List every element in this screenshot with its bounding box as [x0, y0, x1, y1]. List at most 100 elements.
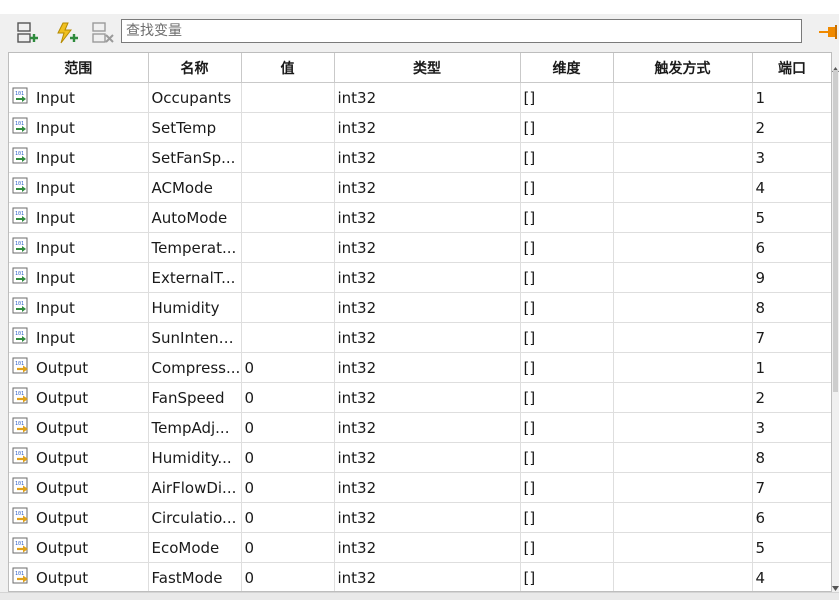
name-cell[interactable]: SetFanSp...: [148, 142, 242, 173]
table-row[interactable]: 101 Output Humidity... 0 int32[] 8: [9, 442, 831, 473]
port-cell[interactable]: 6: [752, 232, 831, 263]
table-row[interactable]: 101 Input SunIntens... int32[] 7: [9, 322, 831, 353]
scope-cell[interactable]: 101 Input: [9, 322, 149, 353]
dimension-cell[interactable]: []: [520, 262, 614, 293]
name-cell[interactable]: SunIntens...: [148, 322, 242, 353]
type-cell[interactable]: int32: [334, 562, 521, 591]
dimension-cell[interactable]: []: [520, 352, 614, 383]
name-cell[interactable]: ExternalT...: [148, 262, 242, 293]
name-cell[interactable]: SetTemp: [148, 112, 242, 143]
search-input[interactable]: [121, 19, 802, 43]
dimension-cell[interactable]: []: [520, 502, 614, 533]
scope-cell[interactable]: 101 Output: [9, 562, 149, 591]
value-cell[interactable]: [241, 202, 335, 233]
vertical-scrollbar[interactable]: [832, 52, 839, 592]
value-cell[interactable]: 0: [241, 412, 335, 443]
type-cell[interactable]: int32: [334, 322, 521, 353]
name-cell[interactable]: Occupants: [148, 82, 242, 113]
type-cell[interactable]: int32: [334, 382, 521, 413]
port-cell[interactable]: 2: [752, 112, 831, 143]
name-cell[interactable]: AirFlowDi...: [148, 472, 242, 503]
scope-cell[interactable]: 101 Input: [9, 82, 149, 113]
scope-cell[interactable]: 101 Input: [9, 112, 149, 143]
trigger-cell[interactable]: [613, 262, 753, 293]
trigger-cell[interactable]: [613, 322, 753, 353]
scope-cell[interactable]: 101 Output: [9, 382, 149, 413]
value-cell[interactable]: 0: [241, 382, 335, 413]
port-cell[interactable]: 4: [752, 172, 831, 203]
scope-cell[interactable]: 101 Input: [9, 172, 149, 203]
type-cell[interactable]: int32: [334, 232, 521, 263]
name-cell[interactable]: Humidity: [148, 292, 242, 323]
type-cell[interactable]: int32: [334, 202, 521, 233]
port-cell[interactable]: 8: [752, 442, 831, 473]
scope-cell[interactable]: 101 Output: [9, 352, 149, 383]
table-row[interactable]: 101 Input SetFanSp... int32[] 3: [9, 142, 831, 173]
trigger-cell[interactable]: [613, 352, 753, 383]
trigger-cell[interactable]: [613, 82, 753, 113]
value-cell[interactable]: [241, 82, 335, 113]
value-cell[interactable]: [241, 112, 335, 143]
port-cell[interactable]: 9: [752, 262, 831, 293]
type-cell[interactable]: int32: [334, 442, 521, 473]
table-row[interactable]: 101 Output Compress... 0 int32[] 1: [9, 352, 831, 383]
value-cell[interactable]: 0: [241, 352, 335, 383]
name-cell[interactable]: TempAdj...: [148, 412, 242, 443]
type-cell[interactable]: int32: [334, 502, 521, 533]
value-cell[interactable]: [241, 322, 335, 353]
name-cell[interactable]: AutoMode: [148, 202, 242, 233]
value-cell[interactable]: 0: [241, 502, 335, 533]
trigger-cell[interactable]: [613, 202, 753, 233]
port-cell[interactable]: 8: [752, 292, 831, 323]
column-header-name[interactable]: 名称: [148, 53, 242, 83]
dimension-cell[interactable]: []: [520, 562, 614, 591]
trigger-cell[interactable]: [613, 502, 753, 533]
dimension-cell[interactable]: []: [520, 412, 614, 443]
type-cell[interactable]: int32: [334, 82, 521, 113]
name-cell[interactable]: Humidity...: [148, 442, 242, 473]
scope-cell[interactable]: 101 Output: [9, 472, 149, 503]
value-cell[interactable]: [241, 262, 335, 293]
type-cell[interactable]: int32: [334, 112, 521, 143]
value-cell[interactable]: 0: [241, 562, 335, 591]
scope-cell[interactable]: 101 Input: [9, 292, 149, 323]
port-cell[interactable]: 5: [752, 202, 831, 233]
dimension-cell[interactable]: []: [520, 202, 614, 233]
delete-variable-icon[interactable]: [90, 20, 116, 46]
type-cell[interactable]: int32: [334, 172, 521, 203]
port-cell[interactable]: 7: [752, 472, 831, 503]
type-cell[interactable]: int32: [334, 412, 521, 443]
table-row[interactable]: 101 Input ExternalT... int32[] 9: [9, 262, 831, 293]
value-cell[interactable]: [241, 142, 335, 173]
value-cell[interactable]: [241, 292, 335, 323]
value-cell[interactable]: [241, 232, 335, 263]
trigger-cell[interactable]: [613, 382, 753, 413]
table-row[interactable]: 101 Input SetTemp int32[] 2: [9, 112, 831, 143]
port-cell[interactable]: 1: [752, 352, 831, 383]
name-cell[interactable]: FanSpeed: [148, 382, 242, 413]
scope-cell[interactable]: 101 Output: [9, 502, 149, 533]
scope-cell[interactable]: 101 Output: [9, 412, 149, 443]
trigger-cell[interactable]: [613, 562, 753, 591]
table-row[interactable]: 101 Output Circulatio... 0 int32[] 6: [9, 502, 831, 533]
dimension-cell[interactable]: []: [520, 322, 614, 353]
dimension-cell[interactable]: []: [520, 472, 614, 503]
table-row[interactable]: 101 Output AirFlowDi... 0 int32[] 7: [9, 472, 831, 503]
trigger-cell[interactable]: [613, 232, 753, 263]
name-cell[interactable]: Compress...: [148, 352, 242, 383]
trigger-cell[interactable]: [613, 532, 753, 563]
trigger-cell[interactable]: [613, 442, 753, 473]
dimension-cell[interactable]: []: [520, 82, 614, 113]
type-cell[interactable]: int32: [334, 472, 521, 503]
name-cell[interactable]: ACMode: [148, 172, 242, 203]
trigger-cell[interactable]: [613, 412, 753, 443]
trigger-cell[interactable]: [613, 472, 753, 503]
value-cell[interactable]: 0: [241, 532, 335, 563]
table-row[interactable]: 101 Input Humidity int32[] 8: [9, 292, 831, 323]
column-header-port[interactable]: 端口: [752, 53, 831, 83]
table-row[interactable]: 101 Output FastMode 0 int32[] 4: [9, 562, 831, 591]
add-variable-icon[interactable]: [15, 20, 41, 46]
scroll-up-icon[interactable]: [832, 58, 839, 72]
dimension-cell[interactable]: []: [520, 232, 614, 263]
dimension-cell[interactable]: []: [520, 442, 614, 473]
